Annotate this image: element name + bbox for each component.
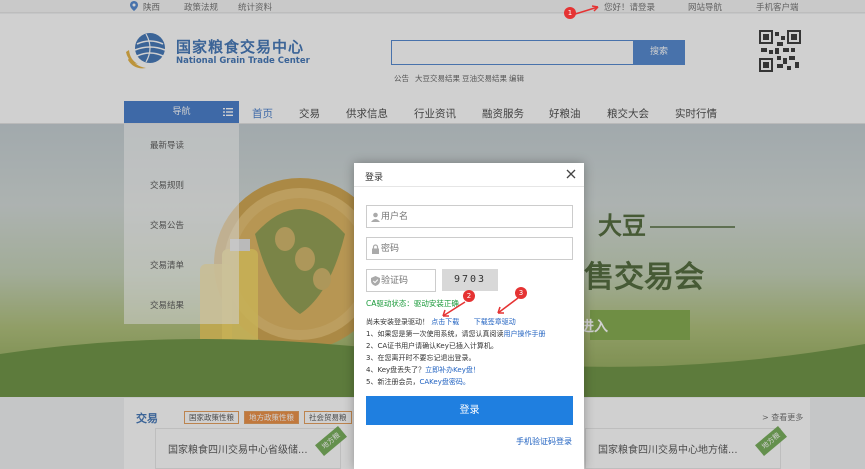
annotation-arrows — [442, 5, 599, 317]
annotation-marker-2: 2 — [463, 290, 475, 302]
annotation-marker-3: 3 — [515, 287, 527, 299]
annotation-marker-1: 1 — [564, 7, 576, 19]
